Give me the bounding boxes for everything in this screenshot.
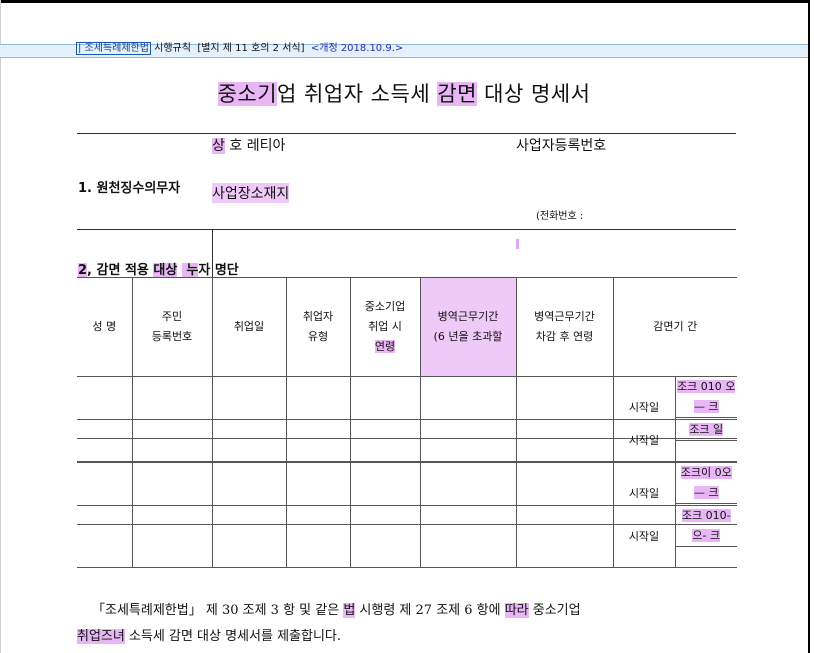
title-part3: 취업자 소득세 (296, 82, 438, 106)
header-name: 성 명 (77, 277, 133, 377)
header-military-period: 병역근무기간 (6 년을 초과할 (419, 277, 517, 377)
section2-part-e: 자 명단 (198, 263, 239, 278)
section2-part-c: 대상 (153, 263, 178, 278)
end-date-cell[interactable] (674, 440, 737, 462)
section2-part-a: 2 (78, 263, 88, 278)
start-date-cell[interactable]: 조크 010-으- 크 (674, 505, 737, 547)
header-worker-type: 취업자 유형 (285, 277, 351, 377)
phone-label: (전화번호 : (536, 211, 584, 222)
annex-label: [별지 제 11 호의 2 서식] (197, 43, 305, 54)
title-part1: 중소기 (217, 82, 278, 106)
start-date-value[interactable]: 조크이 0오— 크 (680, 466, 732, 499)
footer-line2: 취업즈녀 소득세 감면 대상 명세서를 제출합니다. (77, 629, 341, 644)
page-top-border (0, 0, 810, 3)
table-cell-empty[interactable] (285, 505, 351, 568)
table-cell-empty[interactable] (77, 419, 133, 462)
table-cell-empty[interactable] (211, 419, 287, 462)
table-cell-empty[interactable] (419, 505, 517, 568)
table-cell-empty[interactable] (419, 419, 517, 462)
header-hire-date: 취업일 (211, 277, 287, 377)
text-cursor-mark (516, 239, 519, 249)
document-title: 중소기업 취업자 소득세 감면 대상 명세서 (0, 78, 808, 108)
section2-part-b: , 감면 적용 (87, 263, 154, 278)
start-date-cell[interactable]: 조크 일 (674, 419, 737, 441)
section2-heading: 2, 감면 적용 대상 누자 명단 (78, 259, 239, 278)
table-cell-empty[interactable] (285, 419, 351, 462)
start-date-label: 시작일 (612, 419, 676, 462)
company-label-hl: 상 (212, 138, 225, 154)
section1-bottom-rule (77, 229, 736, 230)
table-cell-empty[interactable] (349, 505, 421, 568)
start-date-value[interactable]: 조크 일 (689, 423, 724, 436)
start-date-cell[interactable]: 조크 010 오— 크 (674, 376, 737, 418)
title-part4: 감면 (437, 82, 477, 106)
table-row: 시작일 조크 일 (77, 419, 737, 462)
recipients-table: 성 명 주민 등록번호 취업일 취업자 유형 중소기업 취업 시 연령 병역근무기간 (6… (77, 277, 737, 377)
withholding-agent-label: 1. 원천징수의무자 (78, 181, 181, 196)
end-date-cell[interactable] (674, 546, 737, 568)
start-date-value[interactable]: 조크 010-으- 크 (681, 509, 731, 542)
regulation-label: 시행규칙 (154, 43, 191, 54)
company-name-row: 상 호 레티아 (212, 135, 285, 155)
title-part2: 업 (277, 82, 297, 106)
table-header-row: 성 명 주민 등록번호 취업일 취업자 유형 중소기업 취업 시 연령 병역근무기간 (6… (77, 277, 737, 377)
start-date-label: 시작일 (612, 505, 676, 568)
title-part5: 대상 명세서 (476, 82, 591, 106)
start-date-cell[interactable]: 조크이 0오— 크 (674, 462, 737, 504)
header-age-at-hire: 중소기업 취업 시 연령 (349, 277, 421, 377)
bizno-label: 사업자등록번호 (516, 138, 607, 154)
section1-top-rule (77, 133, 736, 134)
header-exemption-period: 감면기 간 (612, 277, 737, 377)
address-label: 사업장소재지 (212, 183, 290, 203)
page-right-border (808, 0, 810, 653)
table-cell-empty[interactable] (349, 419, 421, 462)
company-label: 호 (224, 138, 243, 154)
table-cell-empty[interactable] (515, 419, 614, 462)
law-name-link[interactable]: | 조세특례제한법 (76, 42, 151, 55)
form-header: | 조세특례제한법 시행규칙 [별지 제 11 호의 2 서식] <개정 201… (76, 41, 403, 57)
revision-label[interactable]: <개정 2018.10.9.> (311, 43, 403, 54)
header-adjusted-age: 병역근무기간 차감 후 연령 (515, 277, 614, 377)
table-cell-empty[interactable] (77, 505, 133, 568)
table-cell-empty[interactable] (131, 419, 213, 462)
footer-line1: 「조세특례제한법」 제 30 조제 3 항 및 같은 법 시행령 제 27 조제… (92, 603, 581, 618)
table-row: 시작일 조크 010-으- 크 (77, 505, 737, 568)
table-cell-empty[interactable] (131, 505, 213, 568)
table-cell-empty[interactable] (211, 505, 287, 568)
table-cell-empty[interactable] (515, 505, 614, 568)
header-rrn: 주민 등록번호 (131, 277, 213, 377)
start-date-value[interactable]: 조크 010 오— 크 (677, 380, 736, 413)
company-value: 레티아 (246, 138, 286, 154)
section2-part-d: 누 (181, 263, 199, 278)
